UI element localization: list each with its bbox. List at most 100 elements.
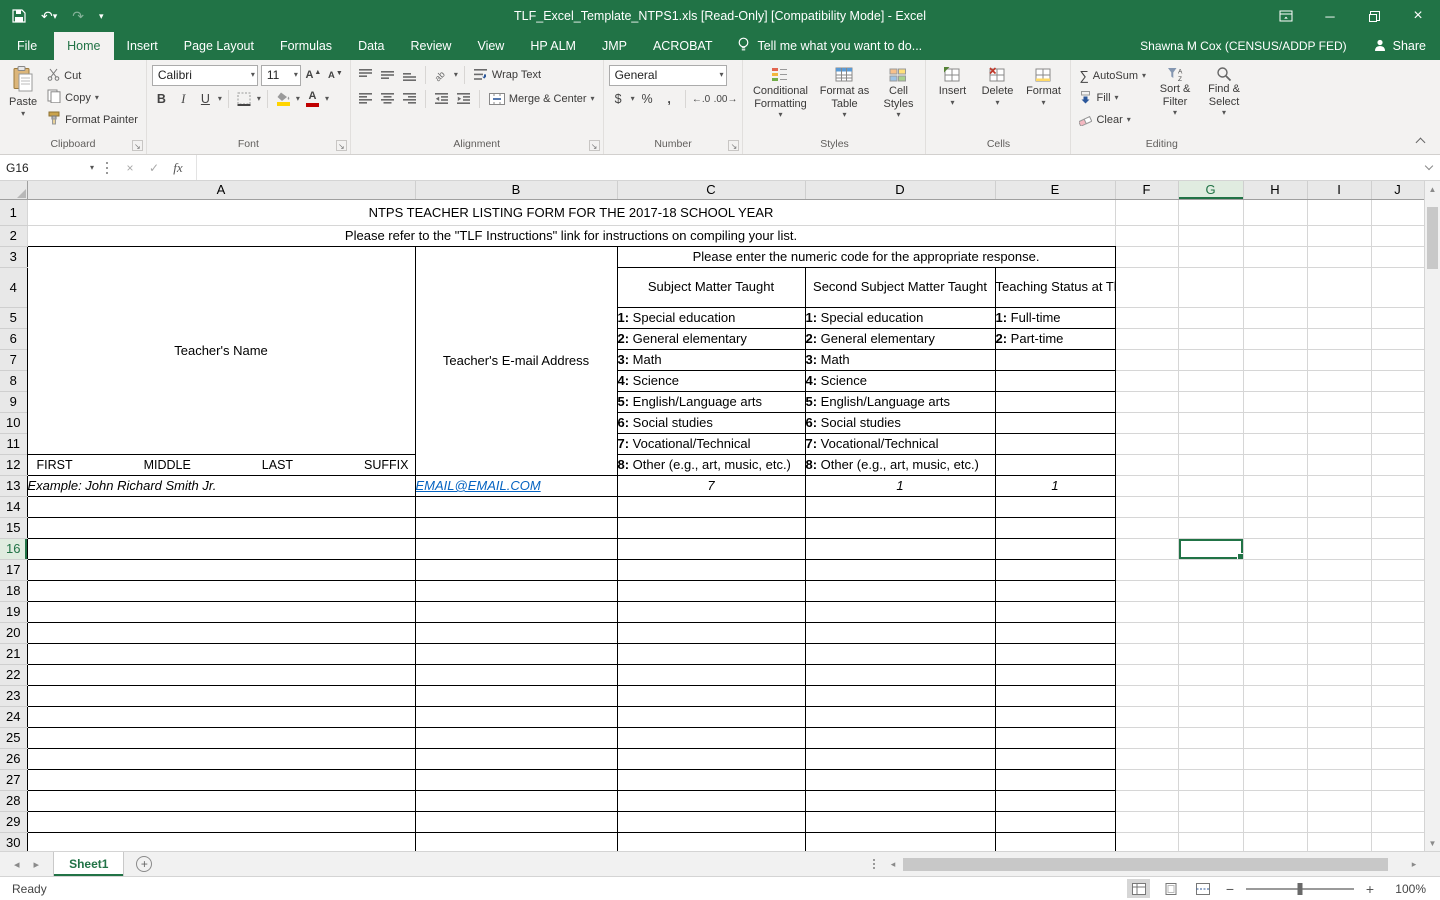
cell-I9[interactable] [1307,391,1371,412]
cell-C27[interactable] [617,769,805,790]
cell-H16[interactable] [1243,538,1307,559]
ribbon-display-options-icon[interactable] [1264,0,1308,32]
insert-cells-button[interactable]: Insert ▾ [931,63,973,137]
cell-D15[interactable] [805,517,995,538]
cell-I17[interactable] [1307,559,1371,580]
cell-I13[interactable] [1307,475,1371,496]
cell-J24[interactable] [1371,706,1424,727]
cell-C28[interactable] [617,790,805,811]
cell-J6[interactable] [1371,328,1424,349]
row-header-6[interactable]: 6 [0,328,27,349]
share-button[interactable]: Share [1359,32,1440,60]
cell-C18[interactable] [617,580,805,601]
cell-A14[interactable] [27,496,415,517]
cell-J26[interactable] [1371,748,1424,769]
cell-H24[interactable] [1243,706,1307,727]
align-center-button[interactable] [378,89,397,109]
tab-home[interactable]: Home [54,32,113,60]
cell-F12[interactable] [1115,454,1178,475]
cell-H28[interactable] [1243,790,1307,811]
row-header-25[interactable]: 25 [0,727,27,748]
status-header-cell[interactable]: Teaching Status at This School [995,267,1115,307]
sort-filter-button[interactable]: AZ Sort & Filter ▾ [1152,63,1198,137]
clear-button[interactable]: Clear ▾ [1076,109,1149,130]
column-header-H[interactable]: H [1243,181,1307,199]
column-header-E[interactable]: E [995,181,1115,199]
cell-G23[interactable] [1178,685,1243,706]
cell-E25[interactable] [995,727,1115,748]
cell-D25[interactable] [805,727,995,748]
subject-code-cell-4[interactable]: 4: Science [617,370,805,391]
cell-C19[interactable] [617,601,805,622]
cell-G18[interactable] [1178,580,1243,601]
cell-I28[interactable] [1307,790,1371,811]
close-icon[interactable]: × [1396,0,1440,32]
cell-F14[interactable] [1115,496,1178,517]
row-header-11[interactable]: 11 [0,433,27,454]
cell-C22[interactable] [617,664,805,685]
cell-H19[interactable] [1243,601,1307,622]
row-header-28[interactable]: 28 [0,790,27,811]
increase-indent-button[interactable] [454,89,473,109]
cell-I6[interactable] [1307,328,1371,349]
cell-A22[interactable] [27,664,415,685]
cell-A16[interactable] [27,538,415,559]
row-header-14[interactable]: 14 [0,496,27,517]
cell-H17[interactable] [1243,559,1307,580]
percent-style-button[interactable]: % [638,89,657,109]
cell-D24[interactable] [805,706,995,727]
row-header-30[interactable]: 30 [0,832,27,851]
underline-button[interactable]: U [196,89,215,109]
number-dialog-launcher-icon[interactable]: ↘ [728,140,739,151]
column-header-D[interactable]: D [805,181,995,199]
font-color-button[interactable]: A [303,89,322,109]
cell-F13[interactable] [1115,475,1178,496]
cell-H12[interactable] [1243,454,1307,475]
cell-G3[interactable] [1178,246,1243,267]
cell-H15[interactable] [1243,517,1307,538]
cell-E9[interactable] [995,391,1115,412]
cell-I25[interactable] [1307,727,1371,748]
row-header-23[interactable]: 23 [0,685,27,706]
cell-I21[interactable] [1307,643,1371,664]
cell-J5[interactable] [1371,307,1424,328]
cell-F4[interactable] [1115,267,1178,307]
second-subject-code-cell-4[interactable]: 4: Science [805,370,995,391]
cell-G26[interactable] [1178,748,1243,769]
conditional-formatting-button[interactable]: Conditional Formatting ▾ [748,63,812,137]
second-subject-code-cell-5[interactable]: 5: English/Language arts [805,391,995,412]
cell-F11[interactable] [1115,433,1178,454]
tab-data[interactable]: Data [345,32,397,60]
row-header-20[interactable]: 20 [0,622,27,643]
cell-J11[interactable] [1371,433,1424,454]
cell-G14[interactable] [1178,496,1243,517]
cell-H21[interactable] [1243,643,1307,664]
cell-C25[interactable] [617,727,805,748]
cell-E8[interactable] [995,370,1115,391]
view-page-layout-button[interactable] [1159,879,1182,898]
email-header-cell[interactable]: Teacher's E-mail Address [415,246,617,475]
cell-F27[interactable] [1115,769,1178,790]
cell-E11[interactable] [995,433,1115,454]
cell-B19[interactable] [415,601,617,622]
cell-E27[interactable] [995,769,1115,790]
tell-me-box[interactable]: Tell me what you want to do... [725,32,934,60]
cell-E18[interactable] [995,580,1115,601]
cell-B29[interactable] [415,811,617,832]
zoom-slider[interactable] [1246,888,1354,890]
cell-I19[interactable] [1307,601,1371,622]
cell-H14[interactable] [1243,496,1307,517]
format-painter-button[interactable]: Format Painter [44,109,141,130]
cell-A24[interactable] [27,706,415,727]
cell-C24[interactable] [617,706,805,727]
cell-E14[interactable] [995,496,1115,517]
cell-G10[interactable] [1178,412,1243,433]
cell-H29[interactable] [1243,811,1307,832]
row-header-7[interactable]: 7 [0,349,27,370]
cell-F19[interactable] [1115,601,1178,622]
horizontal-scroll-track[interactable] [901,857,1406,872]
cell-I11[interactable] [1307,433,1371,454]
cell-A30[interactable] [27,832,415,851]
name-box-resize-handle[interactable] [106,162,108,164]
font-dialog-launcher-icon[interactable]: ↘ [336,140,347,151]
